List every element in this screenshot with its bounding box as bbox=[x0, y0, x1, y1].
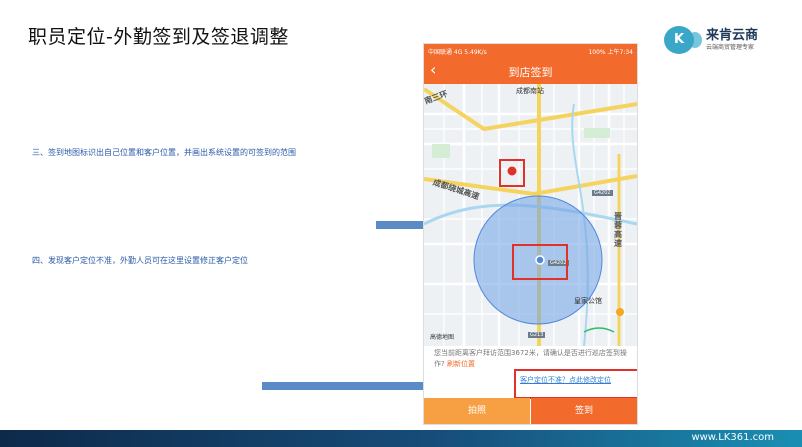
map-view[interactable]: 南三环 成都南站 成都绕城高速 晋蓉高速 皇家公馆 G4202 G4202 G2… bbox=[424, 84, 637, 346]
nav-title: 到店签到 bbox=[508, 66, 553, 79]
arrow-to-fix-link bbox=[262, 375, 442, 397]
footer-url: www.LK361.com bbox=[691, 432, 774, 443]
sign-in-button[interactable]: 签到 bbox=[531, 398, 637, 424]
logo-tagline: 云端商贸管理专家 bbox=[706, 44, 755, 51]
footer-bar: www.LK361.com bbox=[0, 430, 802, 447]
status-time: 100% 上午7:34 bbox=[588, 49, 633, 56]
photo-button[interactable]: 拍照 bbox=[424, 398, 530, 424]
logo-mark: K bbox=[664, 26, 702, 54]
map-label-road-east: 晋蓉高速 bbox=[614, 212, 622, 248]
distance-info: 您当前距离客户拜访范围3672米，请确认是否进行巡店签到操作? 刷新位置 bbox=[434, 348, 630, 370]
self-location-highlight bbox=[512, 244, 568, 280]
road-tag: G4202 bbox=[592, 190, 613, 196]
note-step-three: 三、签到地图标识出自己位置和客户位置，并画出系统设置的可签到的范围 bbox=[32, 148, 296, 157]
map-provider-logo: 高德地图 bbox=[430, 334, 455, 341]
nav-bar: ‹ 到店签到 bbox=[424, 58, 637, 84]
map-label-district: 皇家公馆 bbox=[574, 297, 602, 305]
note-step-four: 四、发现客户定位不准，外勤人员可在这里设置修正客户定位 bbox=[32, 256, 248, 265]
company-logo: K 来肯云商 云端商贸管理专家 bbox=[664, 22, 782, 56]
refresh-location-link[interactable]: 刷新位置 bbox=[447, 360, 475, 368]
phone-screenshot: 中国联通 4G 5.49K/s 100% 上午7:34 ‹ 到店签到 南三环 成… bbox=[424, 44, 637, 424]
status-bar: 中国联通 4G 5.49K/s 100% 上午7:34 bbox=[424, 44, 637, 58]
road-tag: G213 bbox=[528, 332, 546, 338]
status-carrier: 中国联通 4G 5.49K/s bbox=[428, 49, 487, 56]
map-canvas bbox=[424, 84, 637, 346]
slide-title: 职员定位-外勤签到及签退调整 bbox=[28, 26, 289, 48]
customer-marker-highlight bbox=[499, 159, 525, 187]
logo-name: 来肯云商 bbox=[706, 28, 759, 43]
fix-customer-location-link[interactable]: 客户定位不准？点此修改定位 bbox=[520, 375, 611, 385]
map-label-station: 成都南站 bbox=[516, 87, 544, 95]
